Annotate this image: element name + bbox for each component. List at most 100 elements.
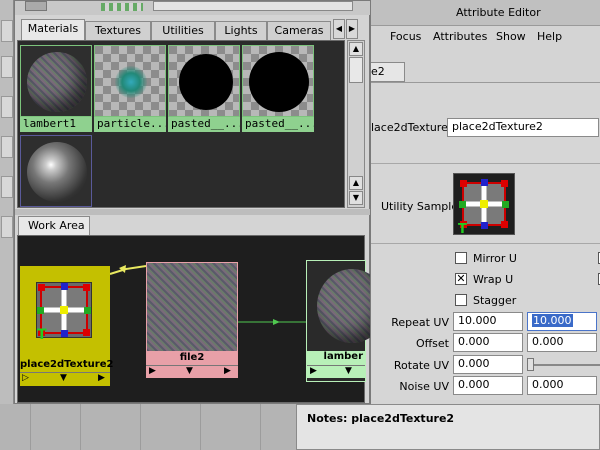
port-menu-icon[interactable]: ▼	[60, 373, 67, 383]
swatch-image	[20, 45, 92, 117]
rotate-uv-label: Rotate UV	[393, 359, 449, 372]
swatch-label: pasted__...	[242, 117, 314, 132]
rotate-uv-field[interactable]: 0.000	[453, 355, 523, 374]
tab-textures[interactable]: Textures	[85, 21, 151, 40]
rotate-uv-slider-track[interactable]	[527, 364, 600, 366]
port-menu-icon[interactable]: ▼	[186, 366, 193, 376]
port-left-icon[interactable]: ▶	[149, 366, 156, 376]
left-tool-strip	[0, 0, 14, 450]
tab-utilities[interactable]: Utilities	[151, 21, 215, 40]
swatch-pasted-2[interactable]: pasted__...	[242, 45, 314, 133]
tab-lights[interactable]: Lights	[215, 21, 267, 40]
menu-help[interactable]: Help	[537, 30, 562, 43]
noise-uv-label: Noise UV	[399, 380, 449, 393]
tab-work-area[interactable]: Work Area	[18, 216, 90, 235]
place2dtexture-node[interactable]: T place2dTexture2 ▷ ▼ ▶	[20, 266, 114, 386]
swatch-lambert1[interactable]: lambert1	[20, 45, 92, 133]
swatch-label: pasted__...	[168, 117, 240, 132]
node-name: lamber	[307, 351, 365, 365]
wrap-u-label: Wrap U	[473, 273, 514, 286]
node-type-label: lace2dTexture:	[371, 121, 452, 134]
port-left-icon[interactable]: ▷	[22, 373, 29, 383]
tool-button[interactable]	[1, 96, 13, 118]
noise-v-field[interactable]: 0.000	[527, 376, 597, 395]
separator	[371, 163, 600, 164]
file-node[interactable]: file2 ▶ ▼ ▶	[146, 262, 238, 380]
swatch-label: lambert1	[20, 117, 92, 132]
swatch-image	[242, 45, 314, 117]
tool-button[interactable]	[1, 216, 13, 238]
noise-u-field[interactable]: 0.000	[453, 376, 523, 395]
wrap-u-checkbox[interactable]: ✕	[455, 273, 467, 285]
offset-v-field[interactable]: 0.000	[527, 333, 597, 352]
notes-label: Notes: place2dTexture2	[307, 412, 455, 425]
node-port-bar[interactable]: ▶ ▼	[307, 365, 365, 378]
notes-panel[interactable]: Notes: place2dTexture2	[296, 404, 600, 450]
hypershade-toolbar	[15, 1, 371, 15]
stagger-label: Stagger	[473, 294, 517, 307]
node-port-bar[interactable]: ▶ ▼ ▶	[146, 365, 238, 378]
toolbar-field[interactable]	[153, 1, 353, 11]
swatch-image	[20, 135, 92, 207]
repeat-v-field[interactable]: 10.000	[527, 312, 597, 331]
menu-focus[interactable]: Focus	[390, 30, 421, 43]
scroll-up-button[interactable]: ▲	[349, 176, 363, 190]
menu-show[interactable]: Show	[496, 30, 526, 43]
materials-panel: lambert1 particle... pasted__... pasted_…	[17, 40, 345, 208]
attribute-panel: lace2dTexture: place2dTexture2 Utility S…	[371, 82, 600, 400]
attribute-editor: Attribute Editor Focus Attributes Show H…	[370, 0, 600, 450]
tab-scroll-left-button[interactable]: ◀	[333, 19, 345, 39]
title-bar: Attribute Editor	[371, 0, 600, 26]
svg-text:T: T	[37, 327, 47, 339]
file-texture-preview	[146, 262, 238, 352]
offset-label: Offset	[415, 337, 449, 350]
window-title: Attribute Editor	[456, 6, 541, 19]
scroll-down-button[interactable]: ▼	[349, 191, 363, 205]
swatch-image	[168, 45, 240, 117]
tab-node[interactable]: e2	[371, 62, 405, 82]
viewport-grid	[0, 404, 296, 450]
tool-button[interactable]	[1, 176, 13, 198]
materials-scrollbar[interactable]: ▲ ▲ ▼	[347, 40, 365, 208]
mirror-u-label: Mirror U	[473, 252, 517, 265]
lambert-node[interactable]: lamber ▶ ▼	[306, 260, 387, 382]
tool-button[interactable]	[1, 136, 13, 158]
swatch-particle[interactable]: particle...	[94, 45, 166, 133]
repeat-uv-label: Repeat UV	[391, 316, 449, 329]
toolbar-icon[interactable]	[25, 1, 47, 11]
toolbar-icons[interactable]	[101, 3, 143, 11]
scroll-thumb[interactable]	[349, 57, 363, 83]
scroll-up-button[interactable]: ▲	[349, 42, 363, 56]
hypershade-window: Materials Textures Utilities Lights Came…	[14, 0, 387, 404]
swatch-pasted-1[interactable]: pasted__...	[168, 45, 240, 133]
tool-button[interactable]	[1, 56, 13, 78]
node-name-field[interactable]: place2dTexture2	[447, 118, 599, 137]
tab-scroll-right-button[interactable]: ▶	[346, 19, 358, 39]
port-left-icon[interactable]: ▶	[310, 366, 317, 376]
pane-divider[interactable]	[15, 209, 371, 215]
mirror-u-checkbox[interactable]	[455, 252, 467, 264]
utility-sample-label: Utility Sample	[381, 200, 459, 213]
rotate-uv-slider-handle[interactable]	[527, 358, 534, 371]
node-port-bar[interactable]: ▷ ▼ ▶	[20, 372, 110, 385]
svg-text:T: T	[458, 222, 467, 234]
separator	[371, 243, 600, 244]
node-name: place2dTexture2	[20, 359, 114, 370]
port-right-icon[interactable]: ▶	[98, 373, 105, 383]
port-menu-icon[interactable]: ▼	[345, 366, 352, 376]
port-right-icon[interactable]: ▶	[224, 366, 231, 376]
place2d-icon: T	[36, 282, 92, 343]
repeat-u-field[interactable]: 10.000	[453, 312, 523, 331]
stagger-checkbox[interactable]	[455, 294, 467, 306]
utility-sample-swatch: T	[453, 173, 515, 237]
node-name: file2	[146, 352, 238, 365]
tab-materials[interactable]: Materials	[21, 19, 85, 40]
menu-attributes[interactable]: Attributes	[433, 30, 487, 43]
offset-u-field[interactable]: 0.000	[453, 333, 523, 352]
work-area-canvas[interactable]: T place2dTexture2 ▷ ▼ ▶ file2 ▶ ▼ ▶ lamb…	[17, 235, 387, 403]
swatch-image	[94, 45, 166, 117]
tool-button[interactable]	[1, 20, 13, 42]
tab-cameras[interactable]: Cameras	[267, 21, 331, 40]
swatch-label: particle...	[94, 117, 166, 132]
menu-bar: Focus Attributes Show Help	[371, 26, 600, 48]
